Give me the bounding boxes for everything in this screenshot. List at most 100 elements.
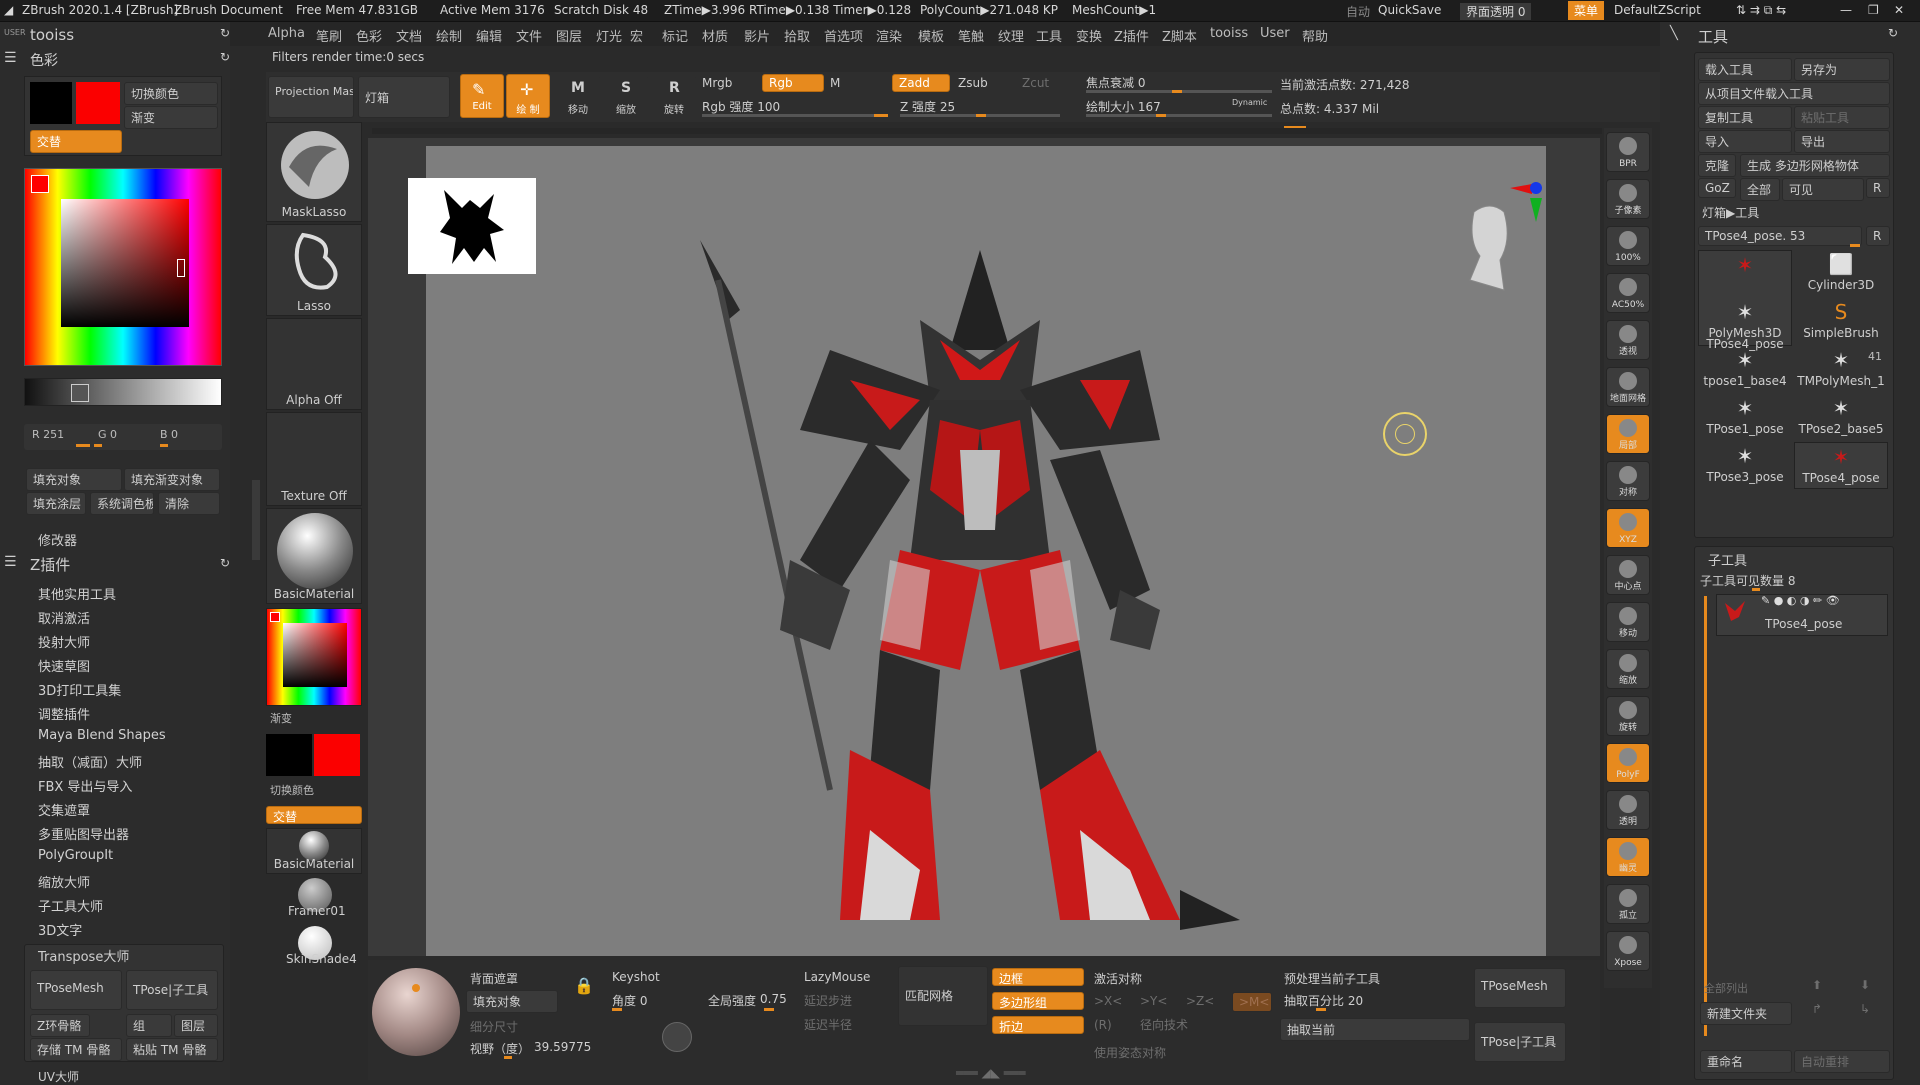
plugin-item[interactable]: 取消激活	[38, 608, 90, 627]
color-section-title[interactable]: 色彩	[30, 50, 58, 70]
menu-item[interactable]: 文件	[516, 26, 542, 45]
menu-item[interactable]: 变换	[1076, 26, 1102, 45]
value-handle[interactable]	[71, 384, 89, 402]
focal-shift-fill[interactable]	[1172, 90, 1182, 93]
menu-item[interactable]: Alpha	[268, 26, 305, 41]
plugin-item[interactable]: 投射大师	[38, 632, 90, 651]
switch-color-button[interactable]: 切换颜色	[124, 82, 218, 105]
tool-thumbnail[interactable]: ✶ TPose2_base5	[1794, 394, 1888, 441]
all-button[interactable]: 全部	[1740, 178, 1780, 201]
right-shelf-button[interactable]: 移动	[1606, 602, 1650, 642]
current-tool-slider[interactable]: TPose4_pose. 53	[1698, 226, 1862, 246]
fov-slider[interactable]	[504, 1056, 512, 1059]
angle-slider[interactable]	[612, 1008, 622, 1011]
layer-button[interactable]: 图层	[174, 1014, 218, 1037]
plugin-item[interactable]: 多重贴图导出器	[38, 824, 129, 843]
menu-item[interactable]: tooiss	[1210, 26, 1248, 41]
lazymouse-button[interactable]: LazyMouse	[804, 970, 870, 984]
arrow-up-icon[interactable]: ⬆	[1812, 978, 1822, 992]
zcut-button[interactable]: Zcut	[1022, 76, 1049, 90]
angle-value[interactable]: 角度 0	[612, 992, 647, 1009]
tool-title[interactable]: 工具	[1698, 26, 1728, 47]
refresh-icon[interactable]: ↻	[220, 556, 230, 570]
m-symmetry[interactable]: >M<	[1232, 992, 1272, 1012]
menu-item[interactable]: 色彩	[356, 26, 382, 45]
right-shelf-button[interactable]: 旋转	[1606, 696, 1650, 736]
import-button[interactable]: 导入	[1698, 130, 1792, 153]
zadd-button[interactable]: Zadd	[892, 74, 950, 92]
right-shelf-button[interactable]: 地面网格	[1606, 367, 1650, 407]
decimation-slider[interactable]	[1316, 1008, 1326, 1011]
mini-saturation-box[interactable]	[283, 623, 347, 687]
uv-master-item[interactable]: UV大师	[38, 1068, 79, 1085]
radial-r[interactable]: (R)	[1094, 1018, 1112, 1032]
paste-tm-skeleton-button[interactable]: 粘贴 TM 骨骼	[126, 1038, 218, 1061]
quicksave-button[interactable]: QuickSave	[1378, 3, 1441, 17]
plugin-item[interactable]: 其他实用工具	[38, 584, 116, 603]
tposemesh-button[interactable]: TPoseMesh	[30, 970, 122, 1010]
mini-color-picker[interactable]	[266, 608, 362, 706]
menu-item[interactable]: 绘制	[436, 26, 462, 45]
refresh-icon[interactable]: ↻	[220, 26, 230, 40]
rename-button[interactable]: 重命名	[1700, 1050, 1792, 1073]
load-from-project-button[interactable]: 从项目文件载入工具	[1698, 82, 1890, 105]
left-scroll-handle[interactable]	[252, 480, 260, 560]
right-shelf-button[interactable]: AC50%	[1606, 273, 1650, 313]
keyshot-button[interactable]: Keyshot	[612, 970, 660, 984]
subtool-toggles-icon[interactable]: ✎ ● ◐ ◑ ✏ 👁	[1761, 594, 1840, 607]
menu-item[interactable]: 模板	[918, 26, 944, 45]
restore-icon[interactable]: ❐	[1868, 3, 1879, 17]
projection-master-button[interactable]: Projection Master	[268, 76, 354, 118]
rgb-intensity-track[interactable]	[702, 114, 888, 117]
match-mesh-button[interactable]: 匹配网格	[898, 966, 988, 1026]
use-posable-symmetry[interactable]: 使用姿态对称	[1094, 1044, 1166, 1061]
plugin-item[interactable]: PolyGroupIt	[38, 848, 113, 863]
tool-slider-fill[interactable]	[1850, 244, 1860, 247]
plugin-item[interactable]: 3D文字	[38, 920, 82, 939]
menu-item[interactable]: 标记	[662, 26, 688, 45]
border-button[interactable]: 边框	[992, 968, 1084, 986]
make-polymesh-button[interactable]: 生成 多边形网格物体	[1740, 154, 1890, 177]
alpha-tile[interactable]: Alpha Off	[266, 318, 362, 410]
z-intensity[interactable]: Z 强度 25	[900, 98, 955, 115]
right-shelf-button[interactable]: 对称	[1606, 461, 1650, 501]
blue-value[interactable]: B 0	[160, 428, 178, 441]
list-all-button[interactable]: 全部列出	[1704, 980, 1748, 996]
menu-item[interactable]: 拾取	[784, 26, 810, 45]
green-value[interactable]: G 0	[98, 428, 117, 441]
zsub-button[interactable]: Zsub	[958, 76, 988, 90]
lightbox-button[interactable]: 灯箱	[358, 76, 450, 118]
layout-icon[interactable]: ⇅ ⇉ ⧉ ⇆	[1736, 3, 1786, 18]
default-zscript[interactable]: DefaultZScript	[1614, 3, 1701, 17]
new-folder-button[interactable]: 新建文件夹	[1700, 1002, 1792, 1025]
arrow-down-icon[interactable]: ⬇	[1860, 978, 1870, 992]
minimize-icon[interactable]: —	[1840, 3, 1852, 17]
axis-gizmo-icon[interactable]	[1510, 182, 1544, 234]
fov-label[interactable]: 视野（度）	[470, 1040, 530, 1057]
right-shelf-button[interactable]: 局部	[1606, 414, 1650, 454]
robot-model-viewport[interactable]	[680, 230, 1320, 930]
right-shelf-button[interactable]: 透明	[1606, 790, 1650, 830]
visible-button[interactable]: 可见	[1782, 178, 1864, 201]
move-up-icon[interactable]: ↱	[1812, 1002, 1822, 1016]
lightbox-tool-link[interactable]: 灯箱▶工具	[1702, 204, 1759, 221]
blue-slider[interactable]	[160, 444, 168, 447]
spiral-icon[interactable]	[662, 1022, 692, 1052]
material-tile[interactable]: BasicMaterial	[266, 508, 362, 604]
menu-item[interactable]: 工具	[1036, 26, 1062, 45]
auto-reorder-button[interactable]: 自动重排	[1794, 1050, 1890, 1073]
backface-mask[interactable]: 背面遮罩	[470, 970, 518, 987]
red-value[interactable]: R 251	[32, 428, 64, 441]
mini-gradient-label[interactable]: 渐变	[270, 710, 292, 726]
fov-value[interactable]: 39.59775	[534, 1040, 591, 1054]
rgb-button[interactable]: Rgb	[762, 74, 824, 92]
right-shelf-button[interactable]: 缩放	[1606, 649, 1650, 689]
menu-item[interactable]: 文档	[396, 26, 422, 45]
fill-gradient-object-button[interactable]: 填充渐变对象	[124, 468, 220, 491]
activate-symmetry[interactable]: 激活对称	[1094, 970, 1142, 987]
global-slider[interactable]	[764, 1008, 774, 1011]
plugin-item[interactable]: 快速草图	[38, 656, 90, 675]
material2-tile[interactable]: BasicMaterial	[266, 828, 362, 874]
draw-size[interactable]: 绘制大小 167	[1086, 98, 1161, 115]
top-scroll[interactable]	[372, 128, 1602, 134]
